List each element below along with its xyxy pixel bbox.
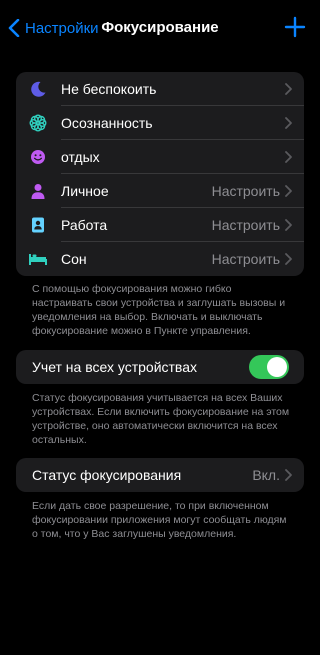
chevron-right-icon — [285, 219, 292, 231]
focus-mode-label: отдых — [61, 149, 100, 165]
page-title: Фокусирование — [101, 19, 219, 36]
chevron-right-icon — [285, 151, 292, 163]
navigation-bar: Настройки Фокусирование — [0, 0, 320, 58]
focus-status-row[interactable]: Статус фокусирования Вкл. — [16, 458, 304, 492]
plus-icon[interactable] — [284, 16, 306, 38]
focus-mode-value: Настроить — [211, 183, 280, 199]
focus-mode-rest[interactable]: отдых — [16, 140, 304, 174]
focus-modes-footer: С помощью фокусирования можно гибко наст… — [32, 283, 286, 337]
focus-status-footer: Если дать свое разрешение, то при включе… — [32, 500, 287, 540]
focus-mode-label: Не беспокоить — [61, 81, 157, 97]
focus-status-label: Статус фокусирования — [32, 467, 182, 483]
focus-mode-do-not-disturb[interactable]: Не беспокоить — [16, 72, 304, 106]
focus-mode-mindfulness[interactable]: Осознанность — [16, 106, 304, 140]
focus-mode-value: Настроить — [211, 217, 280, 233]
share-across-devices-group: Учет на всех устройствах — [16, 350, 304, 384]
focus-mode-personal[interactable]: Личное Настроить — [16, 174, 304, 208]
focus-status-value: Вкл. — [252, 467, 280, 483]
share-across-devices-toggle[interactable] — [249, 355, 289, 379]
focus-status-group: Статус фокусирования Вкл. — [16, 458, 304, 492]
share-across-devices-label: Учет на всех устройствах — [32, 359, 197, 375]
smiley-icon — [28, 147, 48, 167]
focus-mode-label: Личное — [61, 183, 109, 199]
focus-modes-list: Не беспокоить Осознанность отдых Личное … — [16, 72, 304, 276]
chevron-right-icon — [285, 469, 292, 481]
toggle-knob — [267, 357, 287, 377]
bed-icon — [28, 249, 48, 269]
chevron-right-icon — [285, 253, 292, 265]
moon-icon — [28, 79, 48, 99]
focus-mode-label: Осознанность — [61, 115, 153, 131]
flower-icon — [28, 113, 48, 133]
person-icon — [28, 181, 48, 201]
focus-mode-label: Работа — [61, 217, 108, 233]
chevron-right-icon — [285, 83, 292, 95]
chevron-right-icon — [285, 185, 292, 197]
id-badge-icon — [28, 215, 48, 235]
share-across-devices-footer: Статус фокусирования учитывается на всех… — [32, 392, 290, 446]
focus-mode-label: Сон — [61, 251, 87, 267]
focus-mode-sleep[interactable]: Сон Настроить — [16, 242, 304, 276]
share-across-devices-row: Учет на всех устройствах — [16, 350, 304, 384]
focus-mode-value: Настроить — [211, 251, 280, 267]
chevron-right-icon — [285, 117, 292, 129]
focus-mode-work[interactable]: Работа Настроить — [16, 208, 304, 242]
